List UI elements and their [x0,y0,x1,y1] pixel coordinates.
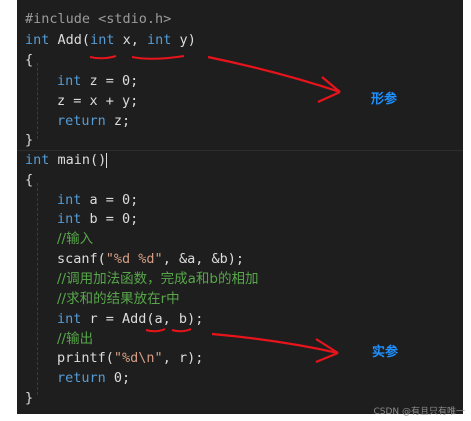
label-actual-params: 实参 [372,345,399,360]
watermark: CSDN @有且只有唯一 [373,407,465,417]
underline-mark [89,55,117,60]
underline-mark [131,55,185,60]
annotation-overlay [89,55,341,364]
arrow-actual-params [211,332,339,355]
underline-mark [171,328,192,333]
arrow-formal-params [207,55,341,94]
underline-mark [145,328,166,333]
label-formal-params: 形参 [371,92,398,107]
